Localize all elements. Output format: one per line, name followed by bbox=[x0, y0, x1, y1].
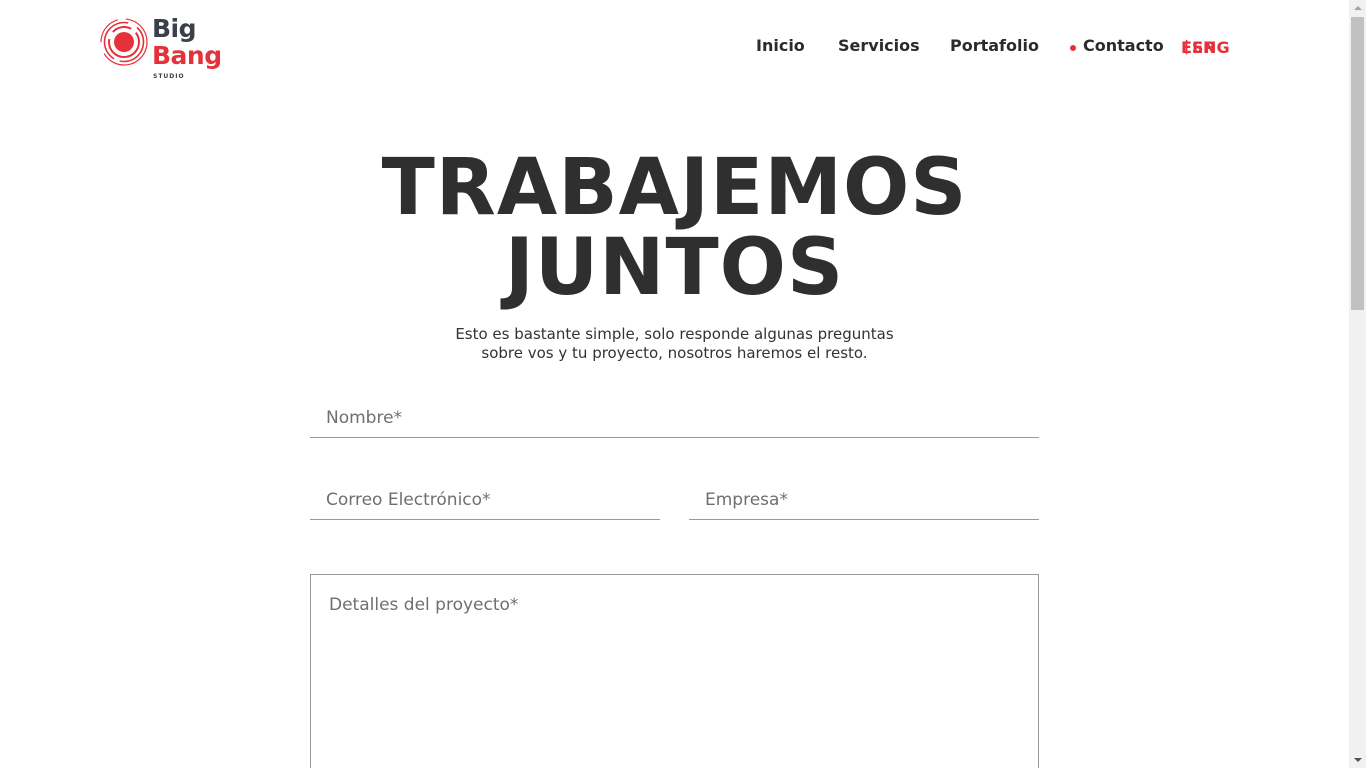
language-switcher: ESP | ENG bbox=[1181, 38, 1230, 57]
page-subtitle-line-1: Esto es bastante simple, solo responde a… bbox=[455, 325, 894, 343]
scrollbar-thumb[interactable] bbox=[1351, 17, 1364, 310]
page-subtitle-line-2: sobre vos y tu proyecto, nosotros haremo… bbox=[481, 344, 868, 362]
name-field-wrapper bbox=[310, 398, 1039, 438]
project-details-textarea[interactable] bbox=[311, 575, 1038, 768]
brand-tagline: STUDIO bbox=[153, 73, 185, 80]
page-scrollbar[interactable] bbox=[1349, 0, 1366, 768]
main-nav: Inicio Servicios Portafolio Contacto ESP… bbox=[0, 36, 1349, 58]
nav-item-inicio[interactable]: Inicio bbox=[756, 36, 805, 56]
nav-item-servicios[interactable]: Servicios bbox=[838, 36, 920, 56]
name-input[interactable] bbox=[310, 398, 1039, 437]
scroll-up-arrow-icon[interactable] bbox=[1349, 0, 1366, 17]
nav-item-contacto[interactable]: Contacto bbox=[1083, 36, 1164, 56]
details-field-wrapper bbox=[310, 574, 1039, 768]
page-title-line-1: TRABAJEMOS bbox=[381, 143, 968, 233]
company-input[interactable] bbox=[689, 480, 1039, 519]
company-field-wrapper bbox=[689, 480, 1039, 520]
active-dot-icon bbox=[1070, 45, 1076, 51]
nav-item-portafolio[interactable]: Portafolio bbox=[950, 36, 1039, 56]
email-input[interactable] bbox=[310, 480, 660, 519]
page-title: TRABAJEMOS JUNTOS bbox=[0, 148, 1349, 308]
page-subtitle: Esto es bastante simple, solo responde a… bbox=[0, 325, 1349, 363]
site-header: Big Bang STUDIO Inicio Servicios Portafo… bbox=[0, 0, 1349, 90]
scroll-down-arrow-icon[interactable] bbox=[1349, 751, 1366, 768]
page-title-line-2: JUNTOS bbox=[504, 223, 845, 313]
lang-eng-link[interactable]: ENG bbox=[1192, 38, 1229, 58]
email-field-wrapper bbox=[310, 480, 660, 520]
